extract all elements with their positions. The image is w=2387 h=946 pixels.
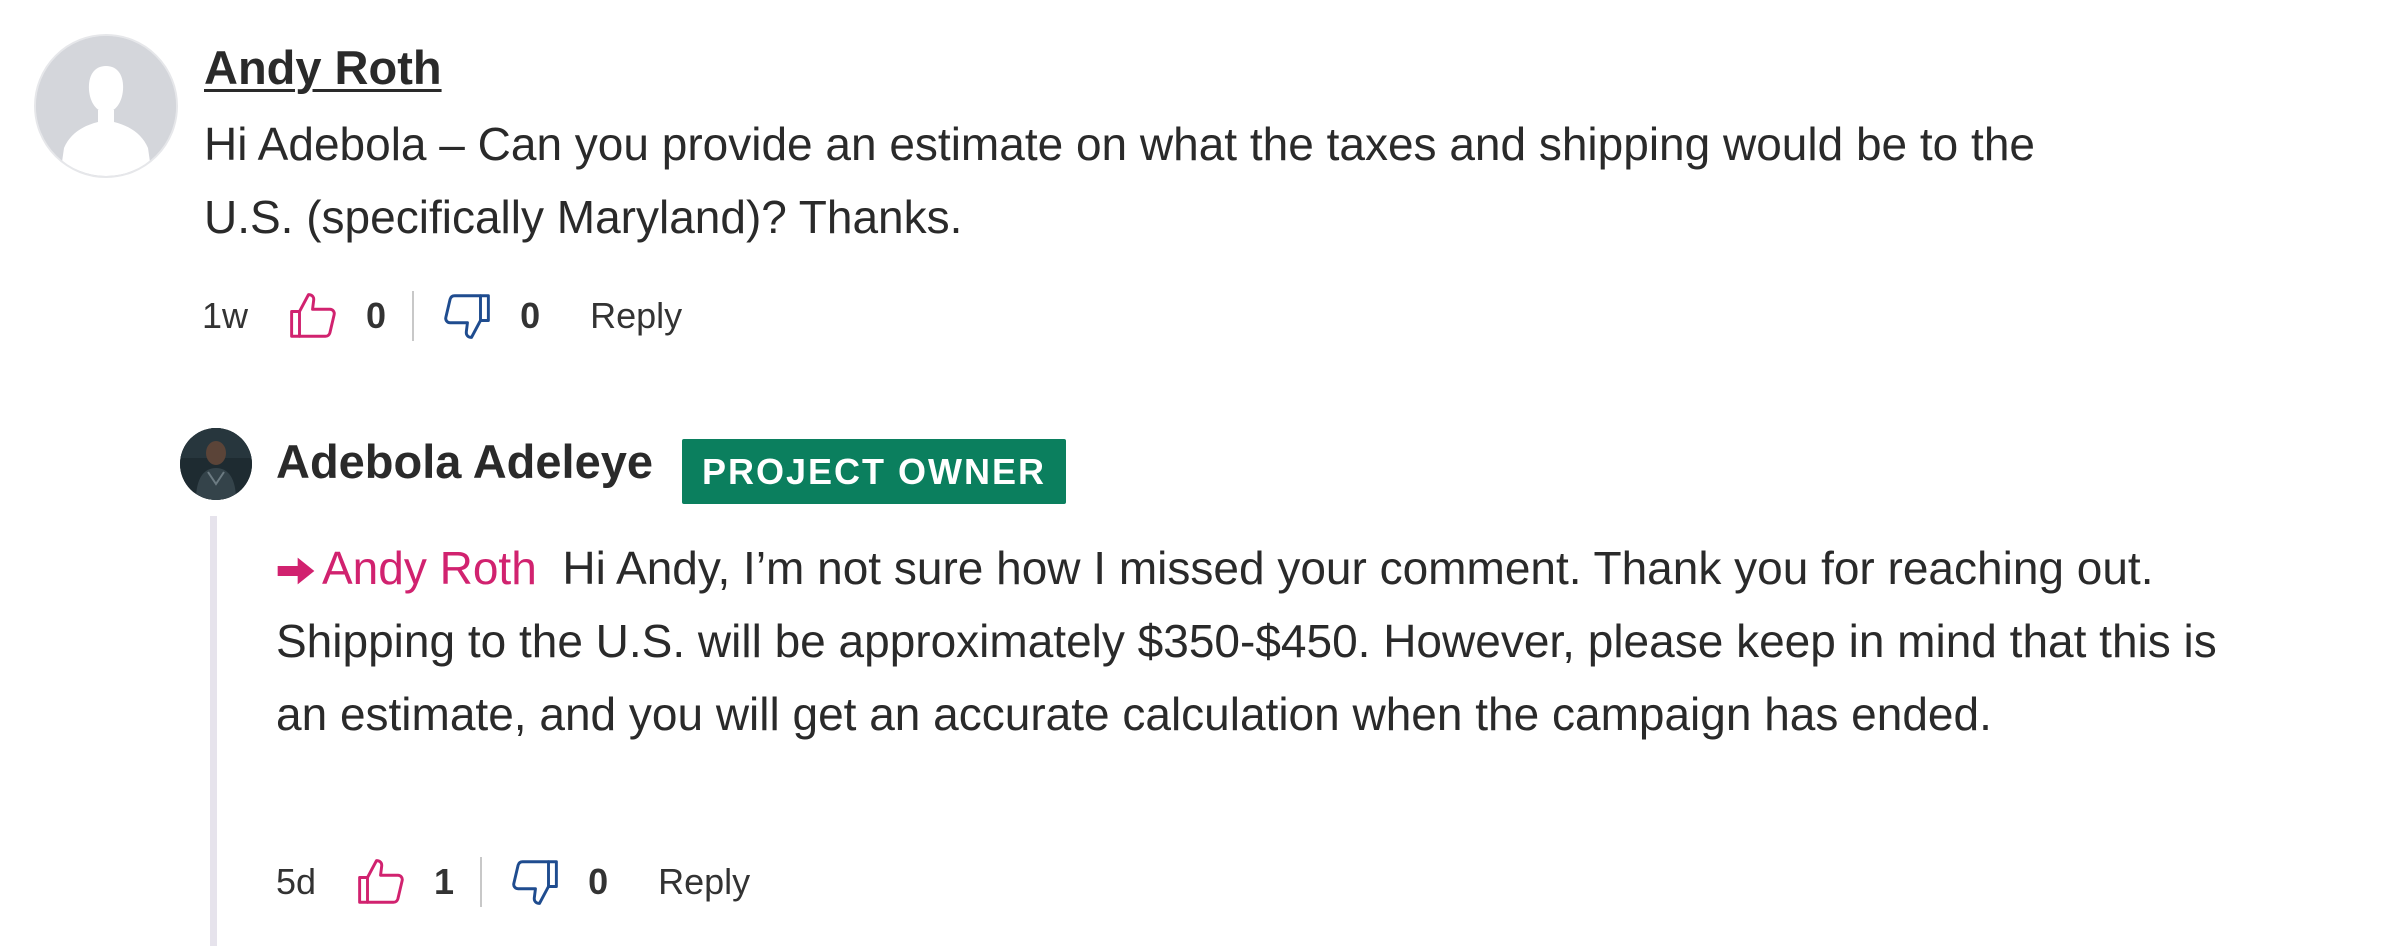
dislike-button[interactable]: 0: [440, 289, 540, 343]
like-button[interactable]: 1: [354, 855, 454, 909]
vote-divider: [412, 291, 415, 341]
vote-divider: [480, 857, 483, 907]
dislike-count: 0: [520, 295, 541, 336]
reply-author-name: Adebola Adeleye: [276, 435, 653, 488]
dislike-button[interactable]: 0: [508, 855, 608, 909]
thumbs-up-icon: [290, 293, 336, 338]
thread-line: [210, 516, 217, 946]
mention-link[interactable]: Andy Roth: [276, 542, 537, 594]
thumbs-up-icon: [358, 859, 404, 904]
dislike-count: 0: [588, 861, 609, 902]
reply-button[interactable]: Reply: [590, 295, 682, 337]
thumbs-down-icon: [512, 860, 558, 905]
like-count: 1: [434, 861, 455, 902]
comment-timestamp: 1w: [202, 295, 249, 336]
reply-timestamp: 5d: [276, 861, 317, 902]
like-count: 0: [366, 295, 387, 336]
like-button[interactable]: 0: [286, 289, 386, 343]
reply: Adebola Adeleye PROJECT OWNER Andy Roth …: [180, 428, 2280, 946]
thumbs-down-icon: [444, 294, 490, 339]
reply-text-container: Andy Roth Hi Andy, I’m not sure how I mi…: [276, 532, 2236, 751]
arrow-right-icon: [277, 557, 315, 585]
mention-name: Andy Roth: [322, 542, 537, 594]
reply-button[interactable]: Reply: [658, 861, 750, 903]
reply-actions: 5d 1 0 Reply: [276, 852, 750, 912]
comment-text: Hi Adebola – Can you provide an estimate…: [204, 118, 2035, 243]
project-owner-badge: PROJECT OWNER: [682, 439, 1067, 504]
comment-author-link[interactable]: Andy Roth: [204, 40, 442, 95]
avatar[interactable]: [180, 428, 252, 500]
profile-photo-icon: [180, 428, 252, 500]
avatar[interactable]: [34, 34, 178, 178]
reply-text: Hi Andy, I’m not sure how I missed your …: [276, 542, 2217, 740]
comment-actions: 1w 0 0 Reply: [202, 286, 682, 346]
user-silhouette-icon: [36, 36, 176, 176]
